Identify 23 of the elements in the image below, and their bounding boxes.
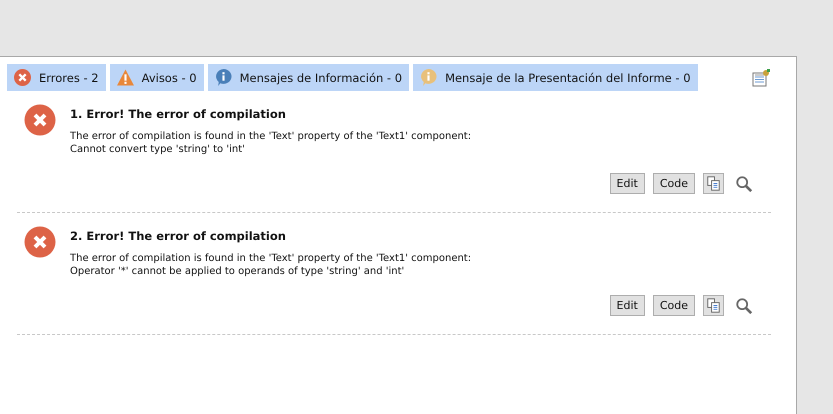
edit-button[interactable]: Edit [610, 295, 645, 316]
edit-button[interactable]: Edit [610, 173, 645, 194]
search-icon[interactable] [735, 296, 753, 314]
report-settings-icon[interactable] [752, 68, 770, 86]
error-description: The error of compilation is found in the 'Text' property of the 'Text1' component: Operator '*' cannot be applied to operands of type 'string' and 'int' [70, 252, 472, 278]
error-icon [14, 69, 31, 86]
warning-icon [116, 69, 134, 86]
filter-tab[interactable]: Mensaje de la Presentación del Informe - 0 [413, 64, 698, 91]
code-button[interactable]: Code [652, 295, 695, 316]
error-description: The error of compilation is found in the 'Text' property of the 'Text1' component: Cannot convert type 'string' to 'int' [70, 130, 472, 156]
code-button[interactable]: Code [652, 173, 695, 194]
error-title: 1. Error! The error of compilation [70, 107, 287, 121]
info-icon [214, 69, 232, 86]
filter-tab[interactable]: Errores - 2 [7, 64, 106, 91]
filter-tab[interactable]: Avisos - 0 [110, 64, 204, 91]
search-icon[interactable] [735, 174, 753, 192]
copy-icon[interactable] [703, 295, 724, 316]
error-icon [24, 226, 56, 258]
info-bubble-icon [420, 69, 438, 86]
filter-tab[interactable]: Mensajes de Información - 0 [208, 64, 410, 91]
copy-icon[interactable] [703, 173, 724, 194]
error-icon [24, 104, 56, 136]
error-title: 2. Error! The error of compilation [70, 229, 287, 243]
